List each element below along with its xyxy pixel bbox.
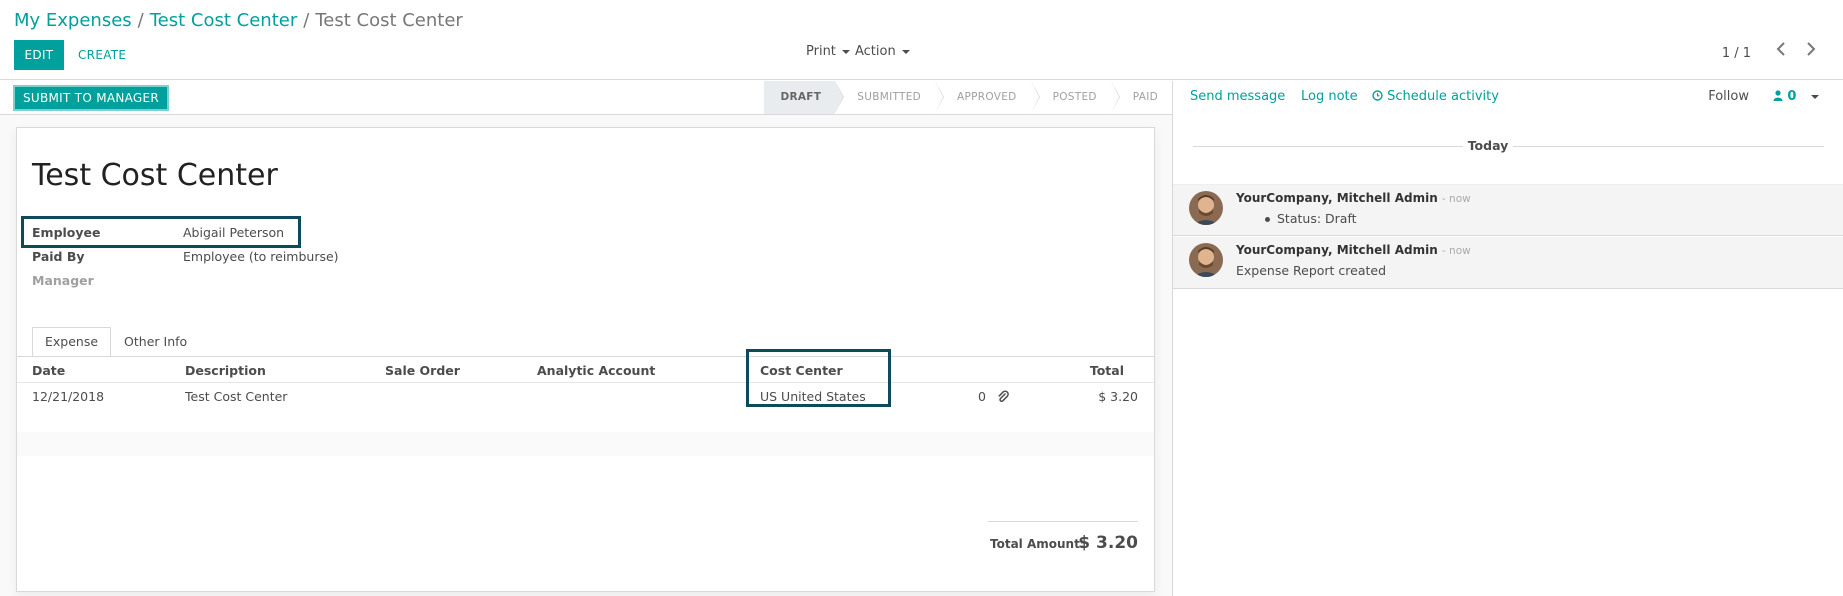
breadcrumb-link-report[interactable]: Test Cost Center [150,10,298,31]
report-title: Test Cost Center [32,158,278,193]
schedule-activity-label: Schedule activity [1387,89,1499,104]
breadcrumb-separator: / [137,10,144,31]
send-message-button[interactable]: Send message [1190,89,1285,104]
message-body: Status: Draft [1265,211,1357,226]
table-row[interactable]: 12/21/2018 Test Cost Center US United St… [17,384,1154,408]
caret-down-icon [841,49,850,54]
print-menu-label: Print [806,44,836,59]
avatar[interactable] [1189,243,1223,277]
cell-date: 12/21/2018 [32,389,105,404]
print-menu[interactable]: Print [806,44,850,59]
user-icon [1773,89,1783,104]
followers-button[interactable]: 0 [1773,89,1819,104]
stage-posted: POSTED [1031,81,1120,114]
chevron-left-icon[interactable] [1771,42,1791,62]
tab-expense[interactable]: Expense [32,327,112,357]
submit-to-manager-button[interactable]: SUBMIT TO MANAGER [13,85,169,111]
stage-approved: APPROVED [935,81,1040,114]
clock-icon [1372,89,1383,104]
breadcrumb-current: Test Cost Center [315,10,463,31]
tab-other-info[interactable]: Other Info [111,327,200,357]
stage-submitted: SUBMITTED [835,81,945,114]
column-header-description[interactable]: Description [185,363,266,378]
edit-button[interactable]: EDIT [14,40,64,70]
action-menu-label: Action [855,44,896,59]
action-menu[interactable]: Action [855,44,910,59]
chatter-message: YourCompany, Mitchell Admin - now Expens… [1173,237,1843,289]
column-header-sale-order[interactable]: Sale Order [385,363,460,378]
breadcrumb: My Expenses / Test Cost Center / Test Cost C… [14,10,463,31]
paid-by-label: Paid By [32,249,85,264]
paid-by-value: Employee (to reimburse) [183,249,339,264]
chatter-message: YourCompany, Mitchell Admin - now Status… [1173,184,1843,236]
total-amount-label: Total Amount: [990,537,1085,551]
cell-description: Test Cost Center [185,389,288,404]
control-panel: My Expenses / Test Cost Center / Test Cost C… [0,0,1843,80]
message-author: YourCompany, Mitchell Admin - now [1236,191,1471,205]
breadcrumb-link-my-expenses[interactable]: My Expenses [14,10,132,31]
form-view: SUBMIT TO MANAGER DRAFT SUBMITTED APPROV… [0,81,1172,596]
avatar[interactable] [1189,191,1223,225]
stage-pipeline: DRAFT SUBMITTED APPROVED POSTED PAID [764,81,1172,114]
statusbar: SUBMIT TO MANAGER DRAFT SUBMITTED APPROV… [0,81,1172,115]
cell-attachment-count: 0 [978,389,986,404]
table-row-empty [17,408,1154,432]
total-amount-value: $ 3.20 [1078,533,1138,553]
message-time: - now [1441,193,1471,205]
cell-total: $ 3.20 [1098,389,1138,404]
column-header-total[interactable]: Total [1090,363,1124,378]
pager-value[interactable]: 1 / 1 [1722,46,1751,61]
expense-table-header: Date Description Sale Order Analytic Acc… [17,357,1154,383]
schedule-activity-button[interactable]: Schedule activity [1372,89,1499,104]
message-author: YourCompany, Mitchell Admin - now [1236,243,1471,257]
totals-divider [988,521,1138,522]
paperclip-icon[interactable] [997,390,1009,406]
create-button[interactable]: CREATE [72,40,132,70]
chatter: Send message Log note Schedule activity … [1172,81,1843,596]
employee-label: Employee [32,225,101,240]
message-time: - now [1441,245,1471,257]
notebook-tabs: Expense Other Info [32,327,200,357]
caret-down-icon [1811,94,1819,99]
message-body: Expense Report created [1236,263,1387,278]
date-separator-label: Today [1463,138,1513,153]
table-row-empty [17,432,1154,456]
chevron-right-icon[interactable] [1801,42,1821,62]
manager-label: Manager [32,273,94,288]
log-note-button[interactable]: Log note [1301,89,1358,104]
column-header-date[interactable]: Date [32,363,65,378]
follow-button[interactable]: Follow [1708,89,1749,104]
column-header-analytic-account[interactable]: Analytic Account [537,363,655,378]
breadcrumb-separator: / [303,10,310,31]
stage-draft: DRAFT [764,81,845,114]
employee-value[interactable]: Abigail Peterson [183,225,284,240]
followers-count: 0 [1787,89,1797,104]
caret-down-icon [901,49,910,54]
form-sheet: Test Cost Center Employee Abigail Peters… [16,127,1155,592]
stage-paid: PAID [1132,91,1158,103]
cost-center-highlight-box [746,349,891,407]
